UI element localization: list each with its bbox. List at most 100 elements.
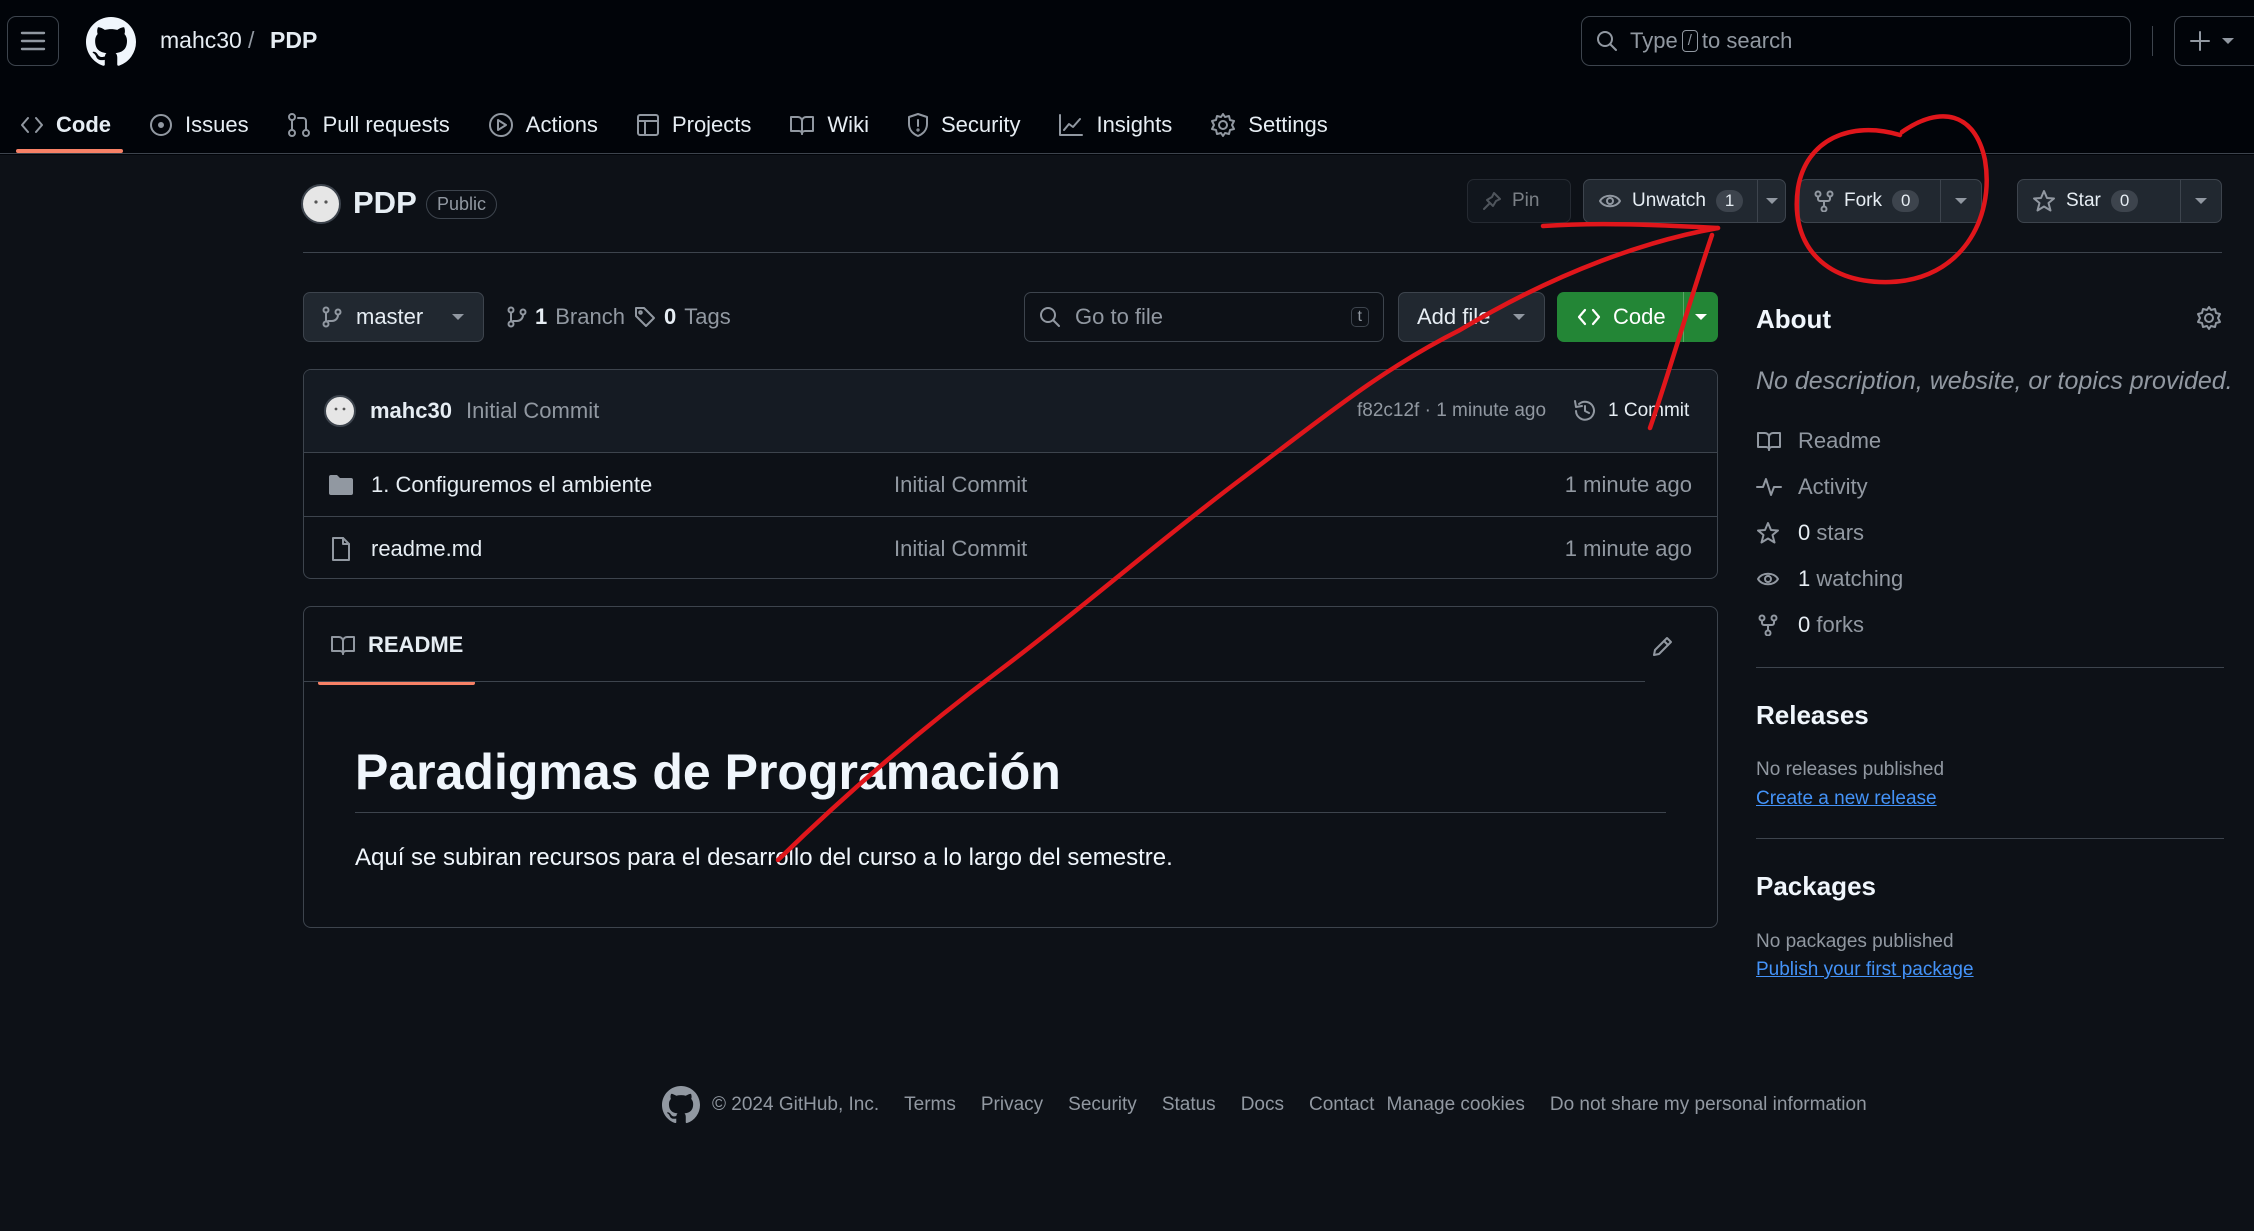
tags-link[interactable]: 0 Tags — [634, 304, 731, 330]
tab-wiki-label: Wiki — [827, 112, 869, 137]
create-new-button[interactable] — [2174, 16, 2254, 66]
forks-count: 0 — [1798, 612, 1811, 637]
search-input[interactable]: Type / to search — [1581, 16, 2131, 66]
fork-label: Fork — [1844, 190, 1882, 211]
footer: © 2024 GitHub, Inc. Terms Privacy Securi… — [662, 1086, 1892, 1124]
stars-label: stars — [1816, 520, 1865, 545]
table-icon — [636, 114, 659, 136]
forks-label: forks — [1816, 612, 1865, 637]
tab-security[interactable]: Security — [895, 95, 1032, 155]
stars-link[interactable]: 0 stars — [1756, 520, 1864, 546]
tab-actions[interactable]: Actions — [476, 95, 610, 155]
branch-count: 1 — [535, 304, 548, 329]
releases-empty: No releases published — [1756, 759, 1945, 780]
code-dropdown[interactable] — [1683, 292, 1718, 342]
commits-link[interactable]: 1 Commit — [1572, 398, 1689, 424]
commits-count: 1 Commit — [1608, 400, 1690, 421]
tab-actions-label: Actions — [525, 112, 598, 137]
star-dropdown[interactable] — [2180, 180, 2221, 222]
search-placeholder-post: to search — [1701, 28, 1793, 53]
readme-link-label: Readme — [1798, 428, 1882, 453]
branch-selector[interactable]: master — [303, 292, 484, 342]
star-button[interactable]: Star 0 — [2017, 179, 2222, 223]
tab-projects-label: Projects — [671, 112, 752, 137]
commit-author[interactable]: mahc30 — [370, 398, 452, 424]
go-to-file-input[interactable]: Go to file t — [1024, 292, 1384, 342]
file-icon — [332, 536, 350, 561]
footer-link-docs[interactable]: Docs — [1241, 1094, 1284, 1116]
github-mark-icon[interactable] — [662, 1086, 700, 1124]
tab-insights[interactable]: Insights — [1046, 95, 1184, 155]
footer-link-terms[interactable]: Terms — [904, 1094, 956, 1116]
file-table: mahc30 Initial Commit f82c12f · 1 minute… — [303, 369, 1718, 579]
search-icon — [1597, 31, 1617, 51]
fork-button[interactable]: Fork 0 — [1799, 179, 1982, 223]
menu-button[interactable] — [7, 16, 59, 66]
avatar-face-icon — [314, 200, 328, 204]
footer-link-security[interactable]: Security — [1068, 1094, 1137, 1116]
unwatch-dropdown[interactable] — [1757, 180, 1785, 222]
caret-down-icon — [1695, 314, 1707, 320]
heading-rule — [355, 812, 1666, 813]
file-row[interactable]: 1. Configuremos el ambiente Initial Comm… — [304, 453, 1717, 517]
footer-link-status[interactable]: Status — [1162, 1094, 1216, 1116]
breadcrumb-repo[interactable]: PDP — [270, 27, 317, 54]
commit-message[interactable]: Initial Commit — [466, 398, 599, 424]
tab-code-label: Code — [56, 112, 111, 137]
avatar-face-icon — [334, 407, 346, 411]
code-button[interactable]: Code — [1557, 292, 1718, 342]
repo-title[interactable]: PDP — [353, 185, 417, 221]
breadcrumb-separator: / — [248, 27, 255, 53]
file-commit-message[interactable]: Initial Commit — [894, 536, 1027, 562]
tab-code[interactable]: Code — [8, 95, 123, 155]
owner-avatar[interactable] — [301, 184, 341, 224]
packages-title[interactable]: Packages — [1756, 871, 1876, 902]
tag-count: 0 — [664, 304, 677, 329]
edit-readme-button[interactable] — [1651, 634, 1675, 658]
create-release-link[interactable]: Create a new release — [1756, 788, 1937, 810]
about-settings-button[interactable] — [2196, 305, 2222, 331]
file-row[interactable]: readme.md Initial Commit 1 minute ago — [304, 517, 1717, 578]
tab-pull-requests[interactable]: Pull requests — [275, 95, 462, 155]
pull-request-icon — [287, 113, 310, 137]
fork-dropdown[interactable] — [1940, 180, 1981, 222]
activity-link[interactable]: Activity — [1756, 474, 1868, 500]
caret-down-icon — [452, 314, 464, 320]
unwatch-button[interactable]: Unwatch 1 — [1583, 179, 1786, 223]
caret-down-icon — [1955, 198, 1967, 204]
tab-projects[interactable]: Projects — [624, 95, 763, 155]
releases-title[interactable]: Releases — [1756, 700, 1869, 731]
footer-link-do-not-share[interactable]: Do not share my personal information — [1550, 1094, 1867, 1116]
breadcrumb-owner[interactable]: mahc30 — [160, 27, 242, 54]
footer-link-privacy[interactable]: Privacy — [981, 1094, 1043, 1116]
publish-package-link[interactable]: Publish your first package — [1756, 959, 1974, 981]
tab-issues[interactable]: Issues — [137, 95, 261, 155]
github-logo-icon[interactable] — [86, 17, 136, 67]
branches-link[interactable]: 1 Branch — [507, 304, 625, 330]
footer-link-manage-cookies[interactable]: Manage cookies — [1386, 1094, 1524, 1116]
commit-hash-time[interactable]: f82c12f · 1 minute ago — [1357, 400, 1546, 422]
tab-settings[interactable]: Settings — [1198, 95, 1340, 155]
sidebar-divider — [1756, 838, 2224, 839]
forks-link[interactable]: 0 forks — [1756, 612, 1864, 638]
search-placeholder-pre: Type — [1630, 28, 1678, 53]
about-description: No description, website, or topics provi… — [1756, 367, 2233, 395]
file-commit-message[interactable]: Initial Commit — [894, 472, 1027, 498]
watching-link[interactable]: 1 watching — [1756, 566, 1903, 592]
footer-link-contact[interactable]: Contact — [1309, 1094, 1374, 1116]
stars-count: 0 — [1798, 520, 1811, 545]
repo-forked-icon — [1814, 190, 1834, 212]
file-name[interactable]: 1. Configuremos el ambiente — [371, 472, 652, 498]
hamburger-icon — [20, 31, 46, 51]
readme-link[interactable]: Readme — [1756, 428, 1881, 454]
eye-icon — [1757, 572, 1779, 586]
file-name[interactable]: readme.md — [371, 536, 482, 562]
add-file-button[interactable]: Add file — [1398, 292, 1545, 342]
search-icon — [1040, 307, 1060, 327]
readme-tab[interactable]: README — [318, 607, 476, 685]
tab-wiki[interactable]: Wiki — [777, 95, 881, 155]
book-icon — [790, 116, 815, 135]
commit-author-avatar[interactable] — [324, 395, 356, 427]
tab-settings-label: Settings — [1248, 112, 1328, 137]
pin-button[interactable]: Pin — [1467, 179, 1571, 223]
